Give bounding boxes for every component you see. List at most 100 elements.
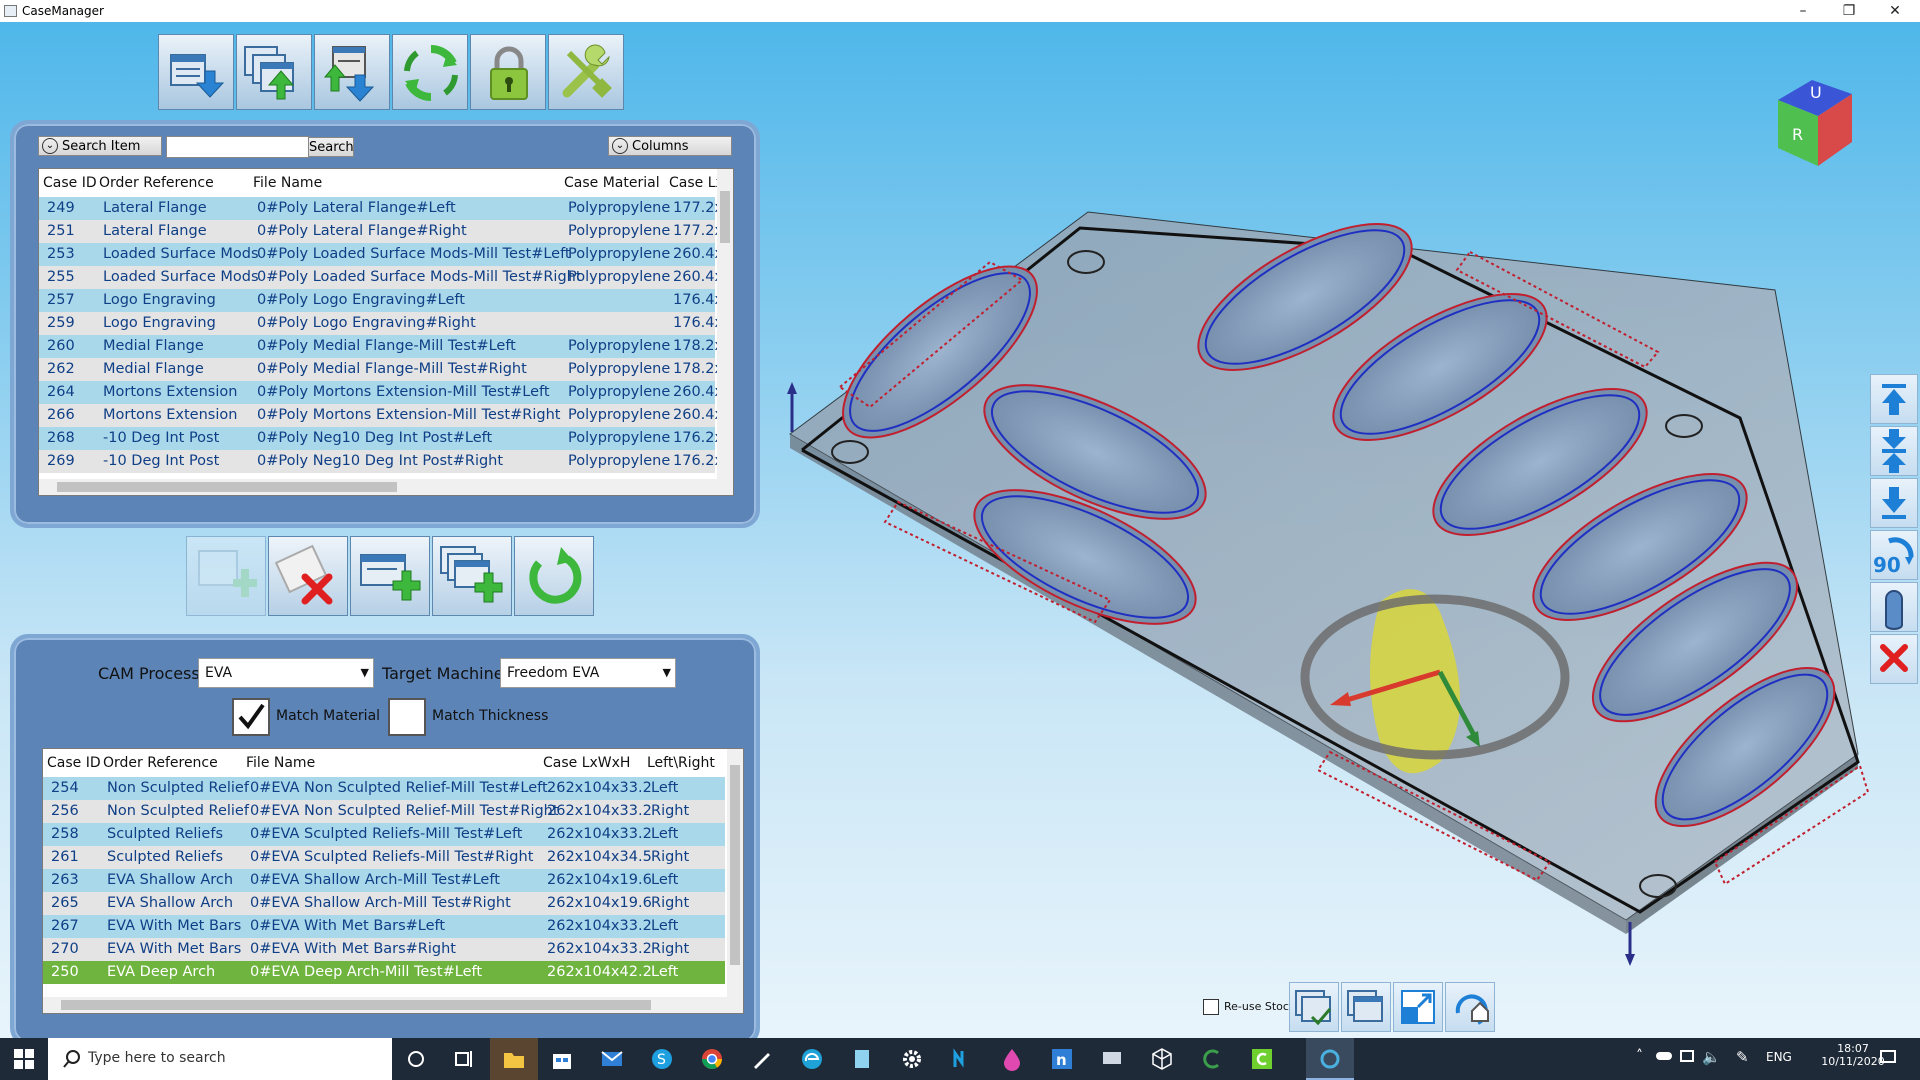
- table-row[interactable]: 250 EVA Deep Arch 0#EVA Deep Arch-Mill Tes…: [43, 961, 725, 984]
- table-row[interactable]: 259 Logo Engraving 0#Poly Logo Engraving#R…: [39, 312, 723, 335]
- cam-process-select[interactable]: EVA ▼: [198, 658, 374, 688]
- job-table-hscroll[interactable]: [43, 997, 727, 1013]
- column-header[interactable]: Left\Right: [647, 755, 715, 771]
- undo-button[interactable]: [514, 536, 594, 616]
- clear-view-button[interactable]: [1870, 634, 1918, 684]
- case-table-hscroll[interactable]: [39, 479, 717, 495]
- match-thickness-checkbox[interactable]: [388, 698, 426, 736]
- language-indicator[interactable]: ENG: [1766, 1050, 1792, 1064]
- edge-button[interactable]: [788, 1038, 836, 1080]
- export-cases-button[interactable]: [236, 34, 312, 110]
- table-row[interactable]: 253 Loaded Surface Mods 0#Poly Loaded Surf…: [39, 243, 723, 266]
- add-case-button[interactable]: [186, 536, 266, 616]
- restore-button[interactable]: ❐: [1826, 0, 1872, 22]
- download-case-button[interactable]: [314, 34, 390, 110]
- table-row[interactable]: 261 Sculpted Reliefs 0#EVA Sculpted Relief…: [43, 846, 725, 869]
- rotate-90-button[interactable]: 90: [1870, 530, 1918, 580]
- file-explorer-button[interactable]: [490, 1038, 538, 1080]
- match-material-checkbox[interactable]: [232, 698, 270, 736]
- column-header[interactable]: File Name: [253, 175, 322, 191]
- search-input[interactable]: [166, 136, 310, 158]
- column-header[interactable]: Order Reference: [103, 755, 218, 771]
- column-header[interactable]: Case Lx: [669, 175, 724, 191]
- taskbar-search[interactable]: Type here to search: [48, 1038, 392, 1080]
- column-header[interactable]: Order Reference: [99, 175, 214, 191]
- tray-chevron-up-icon[interactable]: ˄: [1636, 1048, 1643, 1064]
- 3d-viewer-button[interactable]: [1138, 1038, 1186, 1080]
- table-row[interactable]: 255 Loaded Surface Mods 0#Poly Loaded Surf…: [39, 266, 723, 289]
- add-all-to-job-button[interactable]: [432, 536, 512, 616]
- network-icon[interactable]: [1680, 1050, 1694, 1062]
- target-machine-select[interactable]: Freedom EVA ▼: [500, 658, 676, 688]
- view-cube-icon[interactable]: U R: [1778, 80, 1852, 166]
- search-item-dropdown[interactable]: ⌄ Search Item: [38, 136, 162, 156]
- reuse-stock-checkbox[interactable]: [1203, 999, 1219, 1015]
- lock-button[interactable]: [470, 34, 546, 110]
- import-case-button[interactable]: [158, 34, 234, 110]
- table-row[interactable]: 249 Lateral Flange 0#Poly Lateral Flange#L…: [39, 197, 723, 220]
- columns-dropdown[interactable]: ⌄ Columns: [608, 136, 732, 156]
- pen-app-button[interactable]: [738, 1038, 786, 1080]
- table-row[interactable]: 258 Sculpted Reliefs 0#EVA Sculpted Relief…: [43, 823, 725, 846]
- generate-job-button[interactable]: [1289, 982, 1339, 1032]
- column-header[interactable]: Case ID: [43, 175, 97, 191]
- table-row[interactable]: 260 Medial Flange 0#Poly Medial Flange-Mil…: [39, 335, 723, 358]
- zoom-extents-button[interactable]: [1393, 982, 1443, 1032]
- insole-view-button[interactable]: [1870, 582, 1918, 632]
- column-header[interactable]: Case ID: [47, 755, 101, 771]
- table-row[interactable]: 270 EVA With Met Bars 0#EVA With Met Bars#…: [43, 938, 725, 961]
- green-app-button[interactable]: [1238, 1038, 1286, 1080]
- table-row[interactable]: 254 Non Sculpted Relief 0#EVA Non Sculpted…: [43, 777, 725, 800]
- column-header[interactable]: File Name: [246, 755, 315, 771]
- notes-button[interactable]: [838, 1038, 886, 1080]
- pen-tray-icon[interactable]: ✎: [1736, 1048, 1749, 1066]
- table-row[interactable]: 266 Mortons Extension 0#Poly Mortons Exten…: [39, 404, 723, 427]
- table-row[interactable]: 257 Logo Engraving 0#Poly Logo Engraving#L…: [39, 289, 723, 312]
- start-button[interactable]: [0, 1038, 48, 1080]
- table-row[interactable]: 262 Medial Flange 0#Poly Medial Flange-Mil…: [39, 358, 723, 381]
- home-view-button[interactable]: [1445, 982, 1495, 1032]
- search-button[interactable]: Search: [308, 137, 354, 157]
- column-header[interactable]: Case LxWxH: [543, 755, 630, 771]
- refresh-button[interactable]: [392, 34, 468, 110]
- table-row[interactable]: 256 Non Sculpted Relief 0#EVA Non Sculpted…: [43, 800, 725, 823]
- settings-tools-button[interactable]: [548, 34, 624, 110]
- cloud-icon[interactable]: [1656, 1052, 1672, 1060]
- table-row[interactable]: 269 -10 Deg Int Post 0#Poly Neg10 Deg Int …: [39, 450, 723, 473]
- column-header[interactable]: Case Material: [564, 175, 660, 191]
- table-row[interactable]: 263 EVA Shallow Arch 0#EVA Shallow Arch-Mi…: [43, 869, 725, 892]
- case-table-vscroll[interactable]: [717, 169, 733, 495]
- view-center-button[interactable]: [1870, 426, 1918, 476]
- add-to-job-button[interactable]: [350, 536, 430, 616]
- clock[interactable]: 18:07 10/11/2020: [1818, 1042, 1888, 1068]
- windows-icon: [14, 1049, 34, 1069]
- paint-app-button[interactable]: [988, 1038, 1036, 1080]
- app-n-button[interactable]: [938, 1038, 986, 1080]
- cortana-button[interactable]: [392, 1038, 440, 1080]
- skype-button[interactable]: S: [638, 1038, 686, 1080]
- close-window-button[interactable]: ✕: [1872, 0, 1918, 22]
- view-top-button[interactable]: [1870, 374, 1918, 424]
- table-row[interactable]: 264 Mortons Extension 0#Poly Mortons Exten…: [39, 381, 723, 404]
- task-view-icon: [455, 1051, 472, 1067]
- notifications-icon[interactable]: [1880, 1050, 1896, 1063]
- chrome-button[interactable]: [688, 1038, 736, 1080]
- volume-icon[interactable]: 🔈: [1702, 1048, 1721, 1066]
- table-row[interactable]: 268 -10 Deg Int Post 0#Poly Neg10 Deg Int …: [39, 427, 723, 450]
- minimize-button[interactable]: –: [1780, 0, 1826, 22]
- settings-button[interactable]: [888, 1038, 936, 1080]
- 3d-viewport[interactable]: U R: [740, 22, 1870, 1038]
- table-row[interactable]: 251 Lateral Flange 0#Poly Lateral Flange#R…: [39, 220, 723, 243]
- table-row[interactable]: 267 EVA With Met Bars 0#EVA With Met Bars#…: [43, 915, 725, 938]
- store-button[interactable]: [538, 1038, 586, 1080]
- view-bottom-button[interactable]: [1870, 478, 1918, 528]
- casemanager-taskbar-button[interactable]: [1306, 1038, 1354, 1080]
- job-list-button[interactable]: [1341, 982, 1391, 1032]
- mail-button[interactable]: [588, 1038, 636, 1080]
- onenote-button[interactable]: n: [1038, 1038, 1086, 1080]
- table-row[interactable]: 265 EVA Shallow Arch 0#EVA Shallow Arch-Mi…: [43, 892, 725, 915]
- monitor-app-button[interactable]: [1088, 1038, 1136, 1080]
- remove-case-button[interactable]: [268, 536, 348, 616]
- task-view-button[interactable]: [440, 1038, 488, 1080]
- cad-app-button[interactable]: [1188, 1038, 1236, 1080]
